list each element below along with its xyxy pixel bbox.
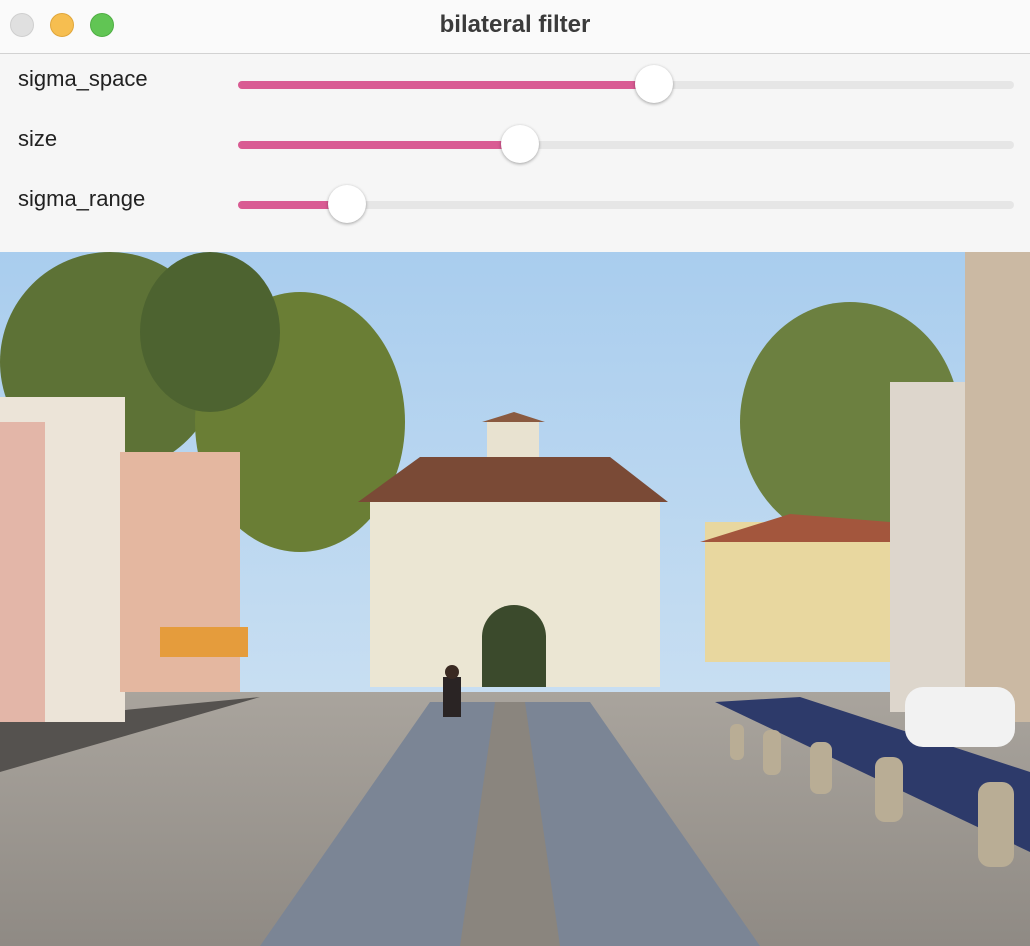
size-slider[interactable] [238, 125, 1014, 163]
filtered-image [0, 252, 1030, 946]
slider-thumb[interactable] [500, 125, 539, 163]
slider-row-sigma-range: sigma_range [0, 180, 1030, 223]
slider-label: sigma_range [18, 186, 146, 211]
sigma-range-slider[interactable] [238, 185, 1014, 223]
window-title: bilateral filter [439, 11, 591, 38]
slider-fill [238, 81, 654, 89]
title-bar: bilateral filter [0, 0, 1030, 54]
slider-row-sigma-space: sigma_space [0, 60, 1030, 103]
slider-fill [238, 141, 520, 149]
slider-row-size: size [0, 120, 1030, 163]
slider-thumb[interactable] [327, 185, 366, 223]
slider-label: size [18, 126, 58, 151]
slider-thumb[interactable] [634, 65, 673, 103]
slider-label: sigma_space [18, 66, 148, 91]
sigma-space-slider[interactable] [238, 65, 1014, 103]
